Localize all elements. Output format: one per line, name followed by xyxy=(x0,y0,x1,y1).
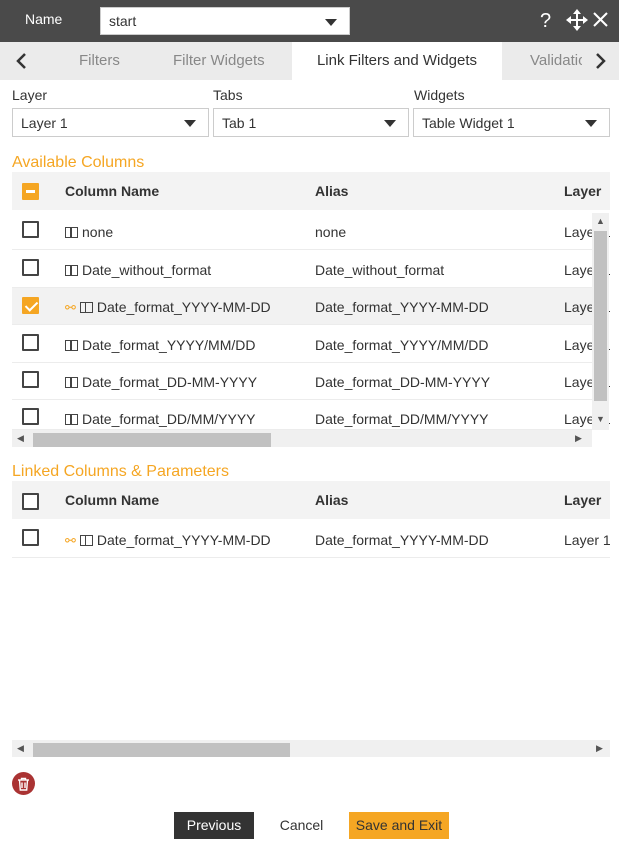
table-column-icon xyxy=(79,302,93,313)
tab-validation[interactable]: Validation xyxy=(530,42,582,80)
row-checkbox[interactable] xyxy=(22,371,39,388)
tab-bar: Filters Filter Widgets Link Filters and … xyxy=(0,42,619,80)
scrollbar-thumb[interactable] xyxy=(594,231,607,401)
horizontal-scrollbar[interactable]: ◀ ▶ xyxy=(12,430,592,447)
column-name-cell: Date_without_format xyxy=(65,262,211,278)
link-icon: ⚯ xyxy=(65,300,76,315)
scroll-right-icon[interactable]: ▶ xyxy=(575,433,582,444)
linked-columns-title: Linked Columns & Parameters xyxy=(12,463,229,480)
alias-header[interactable]: Alias xyxy=(315,492,348,508)
table-row[interactable]: ⚯ Date_format_YYYY-MM-DD Date_format_YYYY… xyxy=(12,521,610,558)
row-checkbox[interactable] xyxy=(22,408,39,425)
column-name-cell: none xyxy=(65,224,113,240)
table-row[interactable]: Date_without_format Date_without_format … xyxy=(12,251,610,288)
chevron-left-icon xyxy=(16,53,26,69)
table-column-icon xyxy=(65,414,78,425)
tabs-value: Tab 1 xyxy=(222,115,257,131)
tab-prev-button[interactable] xyxy=(0,42,42,80)
linked-columns-grid: Column Name Alias Layer ⚯ Date_format_YYY… xyxy=(12,481,610,759)
chevron-down-icon xyxy=(325,19,337,26)
horizontal-scrollbar[interactable]: ◀ ▶ xyxy=(12,740,610,757)
table-column-icon xyxy=(65,340,78,351)
select-all-checkbox[interactable] xyxy=(22,493,39,510)
column-name-header[interactable]: Column Name xyxy=(65,183,159,199)
tabs-select[interactable]: Tab 1 xyxy=(213,108,409,137)
scroll-left-icon[interactable]: ◀ xyxy=(17,743,24,754)
row-checkbox[interactable] xyxy=(22,529,39,546)
tab-filters[interactable]: Filters xyxy=(79,42,149,80)
scroll-down-icon[interactable]: ▼ xyxy=(596,414,605,424)
widgets-label: Widgets xyxy=(414,87,465,103)
tab-link-filters-and-widgets[interactable]: Link Filters and Widgets xyxy=(292,42,502,80)
chevron-down-icon xyxy=(184,120,196,127)
name-label: Name xyxy=(25,11,63,27)
alias-cell: Date_without_format xyxy=(315,262,445,278)
move-icon[interactable] xyxy=(566,9,588,36)
alias-cell: none xyxy=(315,224,347,240)
row-checkbox[interactable] xyxy=(22,221,39,238)
alias-cell: Date_format_YYYY/MM/DD xyxy=(315,337,489,353)
column-name-cell: Date_format_YYYY/MM/DD xyxy=(65,337,256,353)
table-row[interactable]: Date_format_YYYY/MM/DD Date_format_YYYY/… xyxy=(12,326,610,363)
name-value: start xyxy=(109,13,137,29)
previous-button[interactable]: Previous xyxy=(174,812,254,839)
row-checkbox[interactable] xyxy=(22,259,39,276)
link-icon: ⚯ xyxy=(65,533,76,548)
column-name-cell: Date_format_DD/MM/YYYY xyxy=(65,411,256,427)
table-row[interactable]: Date_format_DD/MM/YYYY Date_format_DD/MM… xyxy=(12,400,610,430)
column-name-header[interactable]: Column Name xyxy=(65,492,159,508)
layer-label: Layer xyxy=(12,87,48,103)
chevron-right-icon xyxy=(595,53,606,69)
table-column-icon xyxy=(65,227,78,238)
table-column-icon xyxy=(79,535,93,546)
close-icon[interactable] xyxy=(592,11,609,33)
alias-cell: Date_format_DD/MM/YYYY xyxy=(315,411,489,427)
table-row[interactable]: Date_format_DD-MM-YYYY Date_format_DD-MM… xyxy=(12,363,610,400)
alias-cell: Date_format_YYYY-MM-DD xyxy=(315,532,489,548)
table-row[interactable]: none none Layer 1 xyxy=(12,213,610,250)
tab-filter-widgets[interactable]: Filter Widgets xyxy=(173,42,283,80)
available-columns-title: Available Columns xyxy=(12,154,145,171)
column-name-cell: ⚯ Date_format_YYYY-MM-DD xyxy=(65,299,271,315)
select-all-checkbox[interactable] xyxy=(22,183,39,200)
grid-header: Column Name Alias Layer xyxy=(12,481,610,519)
row-checkbox[interactable] xyxy=(22,334,39,351)
table-column-icon xyxy=(65,377,78,388)
name-dropdown[interactable]: start xyxy=(100,7,350,35)
layer-cell: Layer 1 xyxy=(564,532,610,548)
trash-icon[interactable] xyxy=(12,772,35,795)
scroll-up-icon[interactable]: ▲ xyxy=(596,216,605,226)
layer-header[interactable]: Layer xyxy=(564,183,601,199)
vertical-scrollbar[interactable]: ▲ ▼ xyxy=(592,213,609,430)
grid-header: Column Name Alias Layer xyxy=(12,172,610,210)
chevron-down-icon xyxy=(585,120,597,127)
question-icon[interactable]: ? xyxy=(540,10,551,32)
scroll-left-icon[interactable]: ◀ xyxy=(17,433,24,444)
alias-header[interactable]: Alias xyxy=(315,183,348,199)
scrollbar-thumb[interactable] xyxy=(33,433,271,447)
table-row[interactable]: ⚯ Date_format_YYYY-MM-DD Date_format_YYYY… xyxy=(12,288,610,325)
alias-cell: Date_format_DD-MM-YYYY xyxy=(315,374,491,390)
layer-value: Layer 1 xyxy=(21,115,68,131)
save-and-exit-button[interactable]: Save and Exit xyxy=(349,812,449,839)
cancel-button[interactable]: Cancel xyxy=(262,812,341,839)
row-checkbox[interactable] xyxy=(22,297,39,314)
dialog-header: Name start ? xyxy=(0,0,619,42)
column-name-cell: ⚯ Date_format_YYYY-MM-DD xyxy=(65,532,271,548)
tab-next-button[interactable] xyxy=(582,42,619,80)
column-name-cell: Date_format_DD-MM-YYYY xyxy=(65,374,257,390)
chevron-down-icon xyxy=(384,120,396,127)
widgets-select[interactable]: Table Widget 1 xyxy=(413,108,610,137)
available-columns-grid: Column Name Alias Layer none none Layer … xyxy=(12,172,610,451)
table-column-icon xyxy=(65,265,78,276)
layer-header[interactable]: Layer xyxy=(564,492,601,508)
layer-select[interactable]: Layer 1 xyxy=(12,108,209,137)
scroll-right-icon[interactable]: ▶ xyxy=(596,743,603,754)
tabs-label: Tabs xyxy=(213,87,243,103)
widgets-value: Table Widget 1 xyxy=(422,115,515,131)
scrollbar-thumb[interactable] xyxy=(33,743,290,757)
alias-cell: Date_format_YYYY-MM-DD xyxy=(315,299,489,315)
